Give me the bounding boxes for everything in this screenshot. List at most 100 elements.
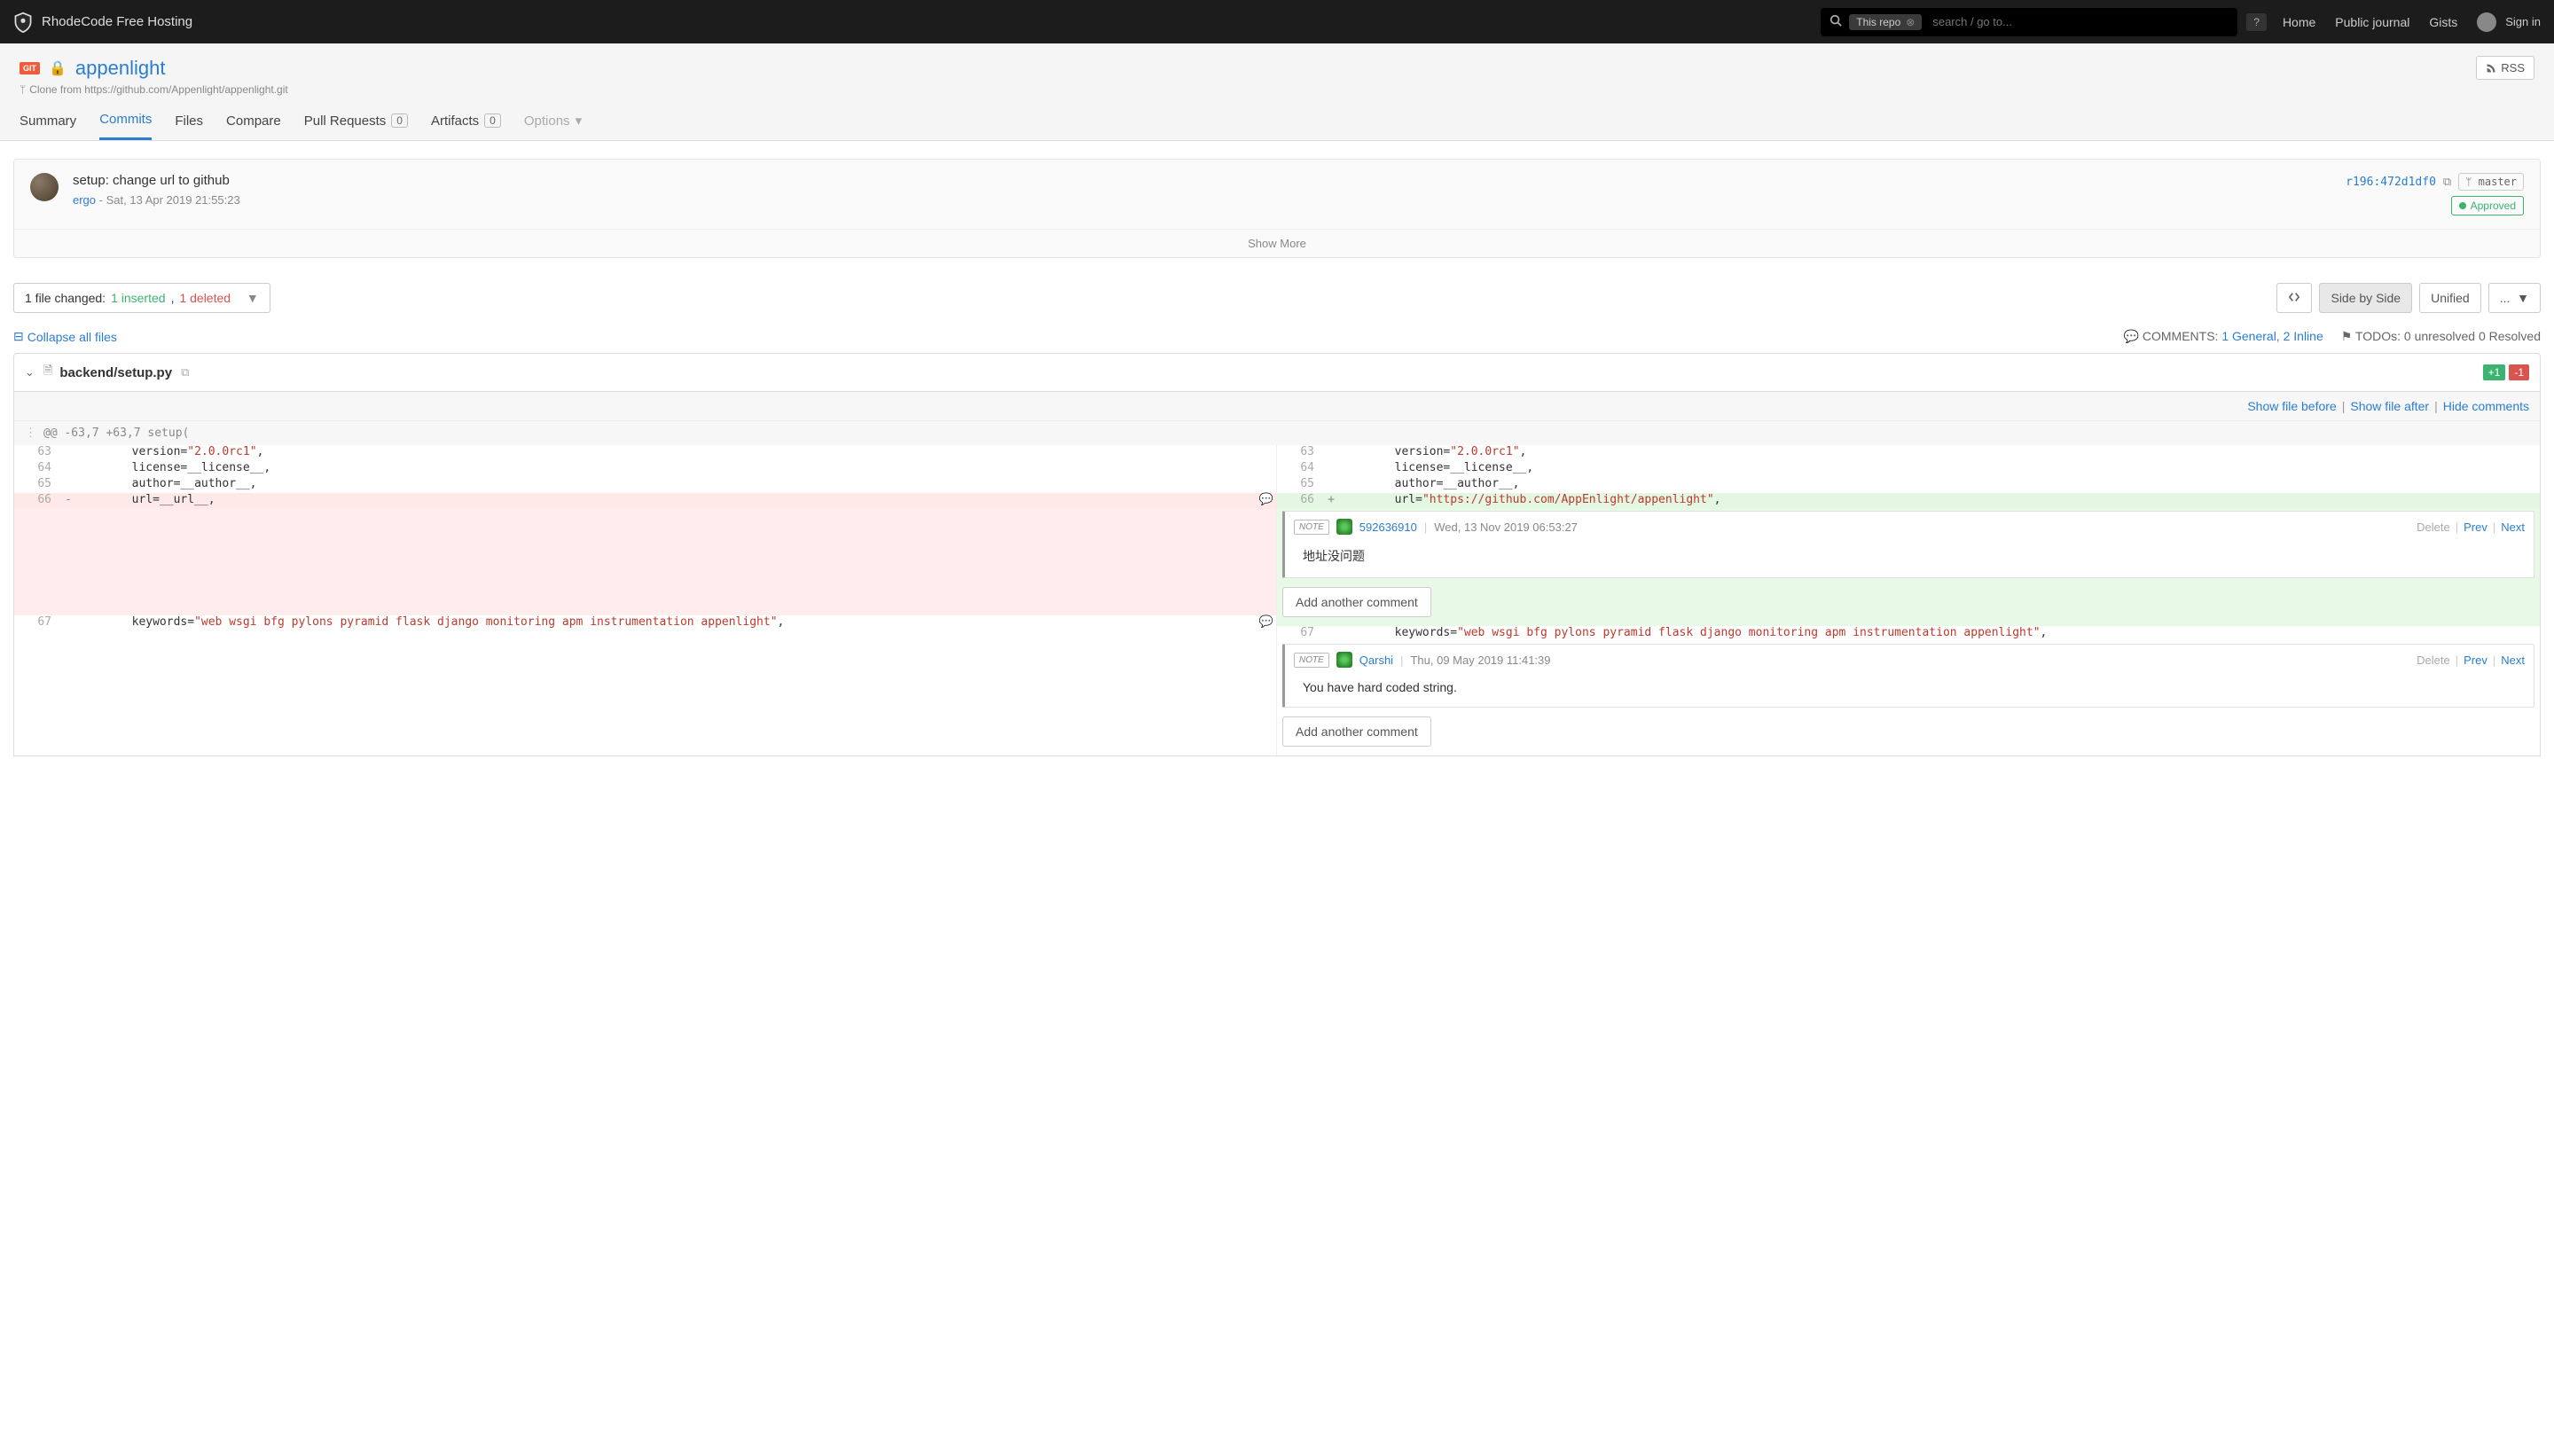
- code-line-added[interactable]: 66+ url="https://github.com/AppEnlight/a…: [1277, 493, 2540, 509]
- commit-meta: ergo - Sat, 13 Apr 2019 21:55:23: [73, 193, 2346, 207]
- show-more-button[interactable]: Show More: [14, 229, 2540, 257]
- file-name[interactable]: backend/setup.py: [59, 365, 172, 380]
- comment-author[interactable]: 592636910: [1359, 521, 1417, 534]
- code-line[interactable]: 63 version="2.0.0rc1",: [14, 445, 1276, 461]
- delete-comment-link[interactable]: Delete: [2417, 654, 2450, 667]
- repo-name[interactable]: appenlight: [75, 57, 166, 80]
- add-comment-icon[interactable]: 💬: [1257, 615, 1276, 629]
- branch-label[interactable]: ᛘ master: [2458, 173, 2524, 191]
- code-line[interactable]: 65 author=__author__,: [1277, 477, 2540, 493]
- add-comment-icon[interactable]: 💬: [1257, 493, 1276, 506]
- hide-comments-link[interactable]: Hide comments: [2443, 399, 2529, 413]
- show-file-before-link[interactable]: Show file before: [2247, 399, 2336, 413]
- help-button[interactable]: ?: [2246, 13, 2267, 31]
- approved-badge: Approved: [2451, 196, 2524, 215]
- file-diff: ⌄ 🗎 backend/setup.py ⧉ +1 -1 Show file b…: [13, 353, 2541, 756]
- additions-badge: +1: [2483, 364, 2506, 380]
- comment-avatar[interactable]: [1336, 652, 1352, 668]
- commit-author[interactable]: ergo: [73, 193, 96, 207]
- show-file-after-link[interactable]: Show file after: [2350, 399, 2429, 413]
- logo[interactable]: RhodeCode Free Hosting: [13, 12, 192, 33]
- code-line[interactable]: 65 author=__author__,: [14, 477, 1276, 493]
- chevron-down-icon: ▼: [239, 291, 259, 305]
- nav-home[interactable]: Home: [2283, 15, 2315, 29]
- inline-comment: NOTE Qarshi | Thu, 09 May 2019 11:41:39 …: [1277, 642, 2540, 713]
- tab-summary[interactable]: Summary: [20, 112, 76, 140]
- comment-avatar[interactable]: [1336, 519, 1352, 535]
- author-avatar[interactable]: [30, 173, 59, 201]
- tab-commits[interactable]: Commits: [99, 112, 152, 140]
- file-actions: Show file before | Show file after | Hid…: [14, 392, 2540, 421]
- unified-button[interactable]: Unified: [2419, 283, 2481, 313]
- search-icon: [1829, 14, 1842, 29]
- file-header: ⌄ 🗎 backend/setup.py ⧉ +1 -1: [14, 354, 2540, 392]
- code-line-deleted[interactable]: 66- url=__url__, 💬: [14, 493, 1276, 509]
- next-comment-link[interactable]: Next: [2501, 521, 2525, 534]
- prev-comment-link[interactable]: Prev: [2464, 654, 2487, 667]
- commit-title: setup: change url to github: [73, 173, 2346, 188]
- code-line[interactable]: 64 license=__license__,: [1277, 461, 2540, 477]
- status-dot-icon: [2459, 202, 2466, 209]
- comment-body: 地址没问题: [1285, 542, 2534, 577]
- diff-padding: [14, 509, 1276, 615]
- collapse-all-link[interactable]: ⊟ Collapse all files: [13, 329, 117, 344]
- note-tag: NOTE: [1294, 653, 1329, 668]
- chevron-down-icon[interactable]: ⌄: [25, 365, 35, 380]
- file-icon: 🗎: [43, 363, 52, 382]
- code-line[interactable]: 67 keywords="web wsgi bfg pylons pyramid…: [14, 615, 1276, 631]
- rss-button[interactable]: RSS: [2476, 56, 2534, 80]
- copy-path-icon[interactable]: ⧉: [181, 365, 189, 380]
- code-line[interactable]: 63 version="2.0.0rc1",: [1277, 445, 2540, 461]
- nav-signin[interactable]: Sign in: [2477, 12, 2541, 32]
- comments-summary: 💬 COMMENTS: 1 General, 2 Inline: [2124, 329, 2323, 344]
- search-input[interactable]: [1932, 15, 2229, 28]
- copy-icon[interactable]: ⧉: [2443, 175, 2451, 189]
- tab-artifacts[interactable]: Artifacts 0: [431, 112, 501, 140]
- commit-panel: setup: change url to github ergo - Sat, …: [13, 159, 2541, 258]
- close-icon[interactable]: ⊗: [1906, 16, 1915, 28]
- lock-icon: 🔒: [49, 59, 67, 77]
- chevron-down-icon: ▼: [2517, 291, 2529, 305]
- site-name: RhodeCode Free Hosting: [42, 14, 192, 29]
- top-header: RhodeCode Free Hosting This repo ⊗ ? Hom…: [0, 0, 2554, 43]
- add-comment-button[interactable]: Add another comment: [1282, 716, 1431, 747]
- next-comment-link[interactable]: Next: [2501, 654, 2525, 667]
- chevron-down-icon: ▾: [576, 113, 583, 129]
- rss-icon: [2486, 63, 2496, 74]
- search-scope-pill[interactable]: This repo ⊗: [1849, 14, 1922, 30]
- nav-public-journal[interactable]: Public journal: [2335, 15, 2409, 29]
- collapse-icon: ⊟: [13, 329, 24, 344]
- top-nav: Home Public journal Gists Sign in: [2283, 12, 2541, 32]
- prev-comment-link[interactable]: Prev: [2464, 521, 2487, 534]
- code-line[interactable]: 67 keywords="web wsgi bfg pylons pyramid…: [1277, 626, 2540, 642]
- search-container[interactable]: This repo ⊗: [1821, 8, 2237, 36]
- tab-files[interactable]: Files: [175, 112, 203, 140]
- drag-icon: ⋮: [25, 427, 36, 440]
- files-changed-dropdown[interactable]: 1 file changed: 1 inserted, 1 deleted ▼: [13, 283, 270, 313]
- tab-options[interactable]: Options ▾: [524, 112, 582, 140]
- comment-icon: 💬: [2124, 329, 2143, 343]
- code-line[interactable]: 64 license=__license__,: [14, 461, 1276, 477]
- vcs-badge: GIT: [20, 62, 40, 74]
- clone-info: ᛘ Clone from https://github.com/Appenlig…: [20, 83, 2534, 96]
- note-tag: NOTE: [1294, 520, 1329, 535]
- expand-icon: [2288, 292, 2300, 302]
- tab-compare[interactable]: Compare: [226, 112, 281, 140]
- diff-right-side: 63 version="2.0.0rc1", 64 license=__lice…: [1277, 445, 2540, 755]
- delete-comment-link[interactable]: Delete: [2417, 521, 2450, 534]
- tab-pull-requests[interactable]: Pull Requests 0: [304, 112, 408, 140]
- expand-collapse-button[interactable]: [2276, 283, 2312, 313]
- comment-author[interactable]: Qarshi: [1359, 654, 1393, 667]
- deletions-badge: -1: [2509, 364, 2529, 380]
- comment-date: Wed, 13 Nov 2019 06:53:27: [1434, 521, 1578, 534]
- comment-body: You have hard coded string.: [1285, 675, 2534, 707]
- fork-icon: ᛘ: [20, 83, 26, 96]
- nav-gists[interactable]: Gists: [2429, 15, 2457, 29]
- commit-date: Sat, 13 Apr 2019 21:55:23: [106, 193, 240, 207]
- side-by-side-button[interactable]: Side by Side: [2319, 283, 2412, 313]
- diff-left-side: 63 version="2.0.0rc1", 64 license=__lice…: [14, 445, 1277, 755]
- repo-header: GIT 🔒 appenlight RSS ᛘ Clone from https:…: [0, 43, 2554, 141]
- add-comment-button[interactable]: Add another comment: [1282, 587, 1431, 617]
- commit-hash[interactable]: r196:472d1df0: [2346, 176, 2436, 189]
- more-options-button[interactable]: ... ▼: [2488, 283, 2541, 313]
